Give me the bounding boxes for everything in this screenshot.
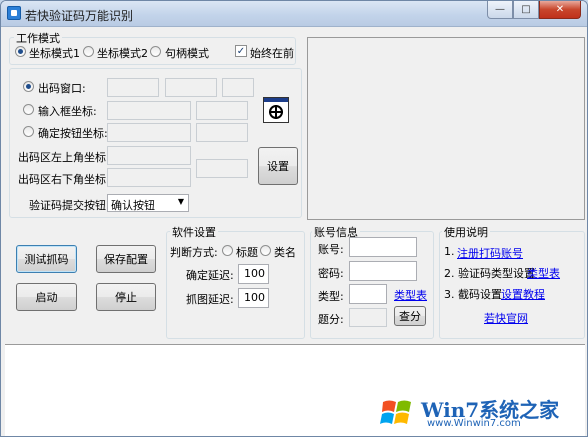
radio-mode-coord1-label: 坐标模式1 — [29, 47, 80, 60]
radio-confirm-button[interactable] — [23, 126, 34, 137]
work-mode-legend: 工作模式 — [14, 30, 62, 46]
radio-captcha-window[interactable] — [23, 81, 34, 92]
stop-button[interactable]: 停止 — [96, 283, 156, 311]
close-button[interactable]: ✕ — [539, 1, 581, 19]
windows-logo-icon — [380, 400, 411, 424]
radio-judge-title[interactable] — [222, 245, 233, 256]
always-on-top-checkbox[interactable]: ✓ — [235, 45, 247, 57]
instructions-legend: 使用说明 — [442, 224, 490, 240]
crosshair-target-icon[interactable] — [263, 97, 289, 123]
step3-prefix: 3. 截码设置 — [444, 288, 502, 301]
captcha-window-field-3 — [222, 78, 254, 97]
title-bar[interactable]: 若快验证码万能识别 — □ ✕ — [1, 1, 587, 27]
top-left-field — [107, 146, 191, 165]
caption-buttons: — □ ✕ — [487, 1, 581, 20]
type-table-link-2[interactable]: 类型表 — [527, 265, 560, 281]
account-input[interactable] — [349, 237, 417, 257]
start-button[interactable]: 启动 — [16, 283, 77, 311]
chevron-down-icon: ▼ — [177, 197, 184, 206]
account-label: 账号: — [318, 243, 344, 256]
radio-mode-coord2[interactable] — [83, 46, 94, 57]
captcha-window-label: 出码窗口: — [38, 82, 86, 95]
captcha-preview-area — [307, 37, 585, 220]
minimize-button[interactable]: — — [487, 1, 513, 19]
input-box-label: 输入框坐标: — [38, 105, 97, 118]
window-title: 若快验证码万能识别 — [25, 9, 134, 23]
confirm-button-field-2 — [196, 123, 248, 142]
radio-input-box[interactable] — [23, 104, 34, 115]
step1-prefix: 1. — [444, 245, 455, 258]
radio-mode-coord2-label: 坐标模式2 — [97, 47, 148, 60]
radio-mode-handle-label: 句柄模式 — [165, 47, 209, 60]
confirm-delay-label: 确定延迟: — [186, 269, 234, 282]
bottom-right-field — [107, 168, 191, 187]
setup-tutorial-link[interactable]: 设置教程 — [501, 286, 545, 302]
bottom-right-label: 出码区右下角坐标: — [18, 173, 110, 186]
app-icon — [7, 6, 21, 20]
test-capture-button[interactable]: 测试抓码 — [16, 245, 77, 273]
confirm-delay-input[interactable]: 100 — [238, 264, 269, 284]
main-window: 若快验证码万能识别 — □ ✕ 工作模式 坐标模式1 坐标模式2 句柄模式 ✓ … — [0, 0, 588, 437]
software-settings-legend: 软件设置 — [170, 224, 218, 240]
type-label: 类型: — [318, 290, 344, 303]
type-table-link[interactable]: 类型表 — [394, 287, 427, 303]
confirm-button-field-1 — [107, 123, 191, 142]
query-points-button[interactable]: 查分 — [394, 306, 426, 326]
register-account-link[interactable]: 注册打码账号 — [457, 245, 523, 261]
judge-class-label: 类名 — [274, 246, 296, 259]
type-input[interactable] — [349, 284, 387, 304]
confirm-button-coords-label: 确定按钮坐标: — [38, 127, 108, 140]
always-on-top-label: 始终在前 — [250, 47, 294, 60]
capture-delay-input[interactable]: 100 — [238, 288, 269, 308]
password-input[interactable] — [349, 261, 417, 281]
judge-method-label: 判断方式: — [170, 246, 218, 259]
step2-prefix: 2. 验证码类型设置 — [444, 267, 535, 280]
captcha-window-field-1 — [107, 78, 159, 97]
capture-delay-label: 抓图延迟: — [186, 293, 234, 306]
save-config-button[interactable]: 保存配置 — [96, 245, 156, 273]
radio-mode-handle[interactable] — [150, 46, 161, 57]
submit-button-select[interactable]: 确认按钮 ▼ — [107, 194, 189, 212]
input-box-field-1 — [107, 101, 191, 120]
watermark: Win7系统之家 www.Winwin7.com — [379, 392, 579, 432]
input-box-field-2 — [196, 101, 248, 120]
maximize-button[interactable]: □ — [513, 1, 539, 19]
top-left-label: 出码区左上角坐标: — [18, 151, 110, 164]
region-size-field — [196, 159, 248, 178]
settings-button[interactable]: 设置 — [258, 147, 298, 185]
submit-select-value: 确认按钮 — [111, 199, 155, 212]
submit-button-label: 验证码提交按钮: — [29, 199, 110, 212]
judge-title-label: 标题 — [236, 246, 258, 259]
radio-mode-coord1[interactable] — [15, 46, 26, 57]
points-label: 题分: — [318, 313, 344, 326]
points-field — [349, 308, 387, 327]
captcha-window-field-2 — [165, 78, 217, 97]
password-label: 密码: — [318, 267, 344, 280]
radio-judge-class[interactable] — [260, 245, 271, 256]
watermark-url: www.Winwin7.com — [427, 418, 521, 429]
official-site-link[interactable]: 若快官网 — [484, 310, 528, 326]
